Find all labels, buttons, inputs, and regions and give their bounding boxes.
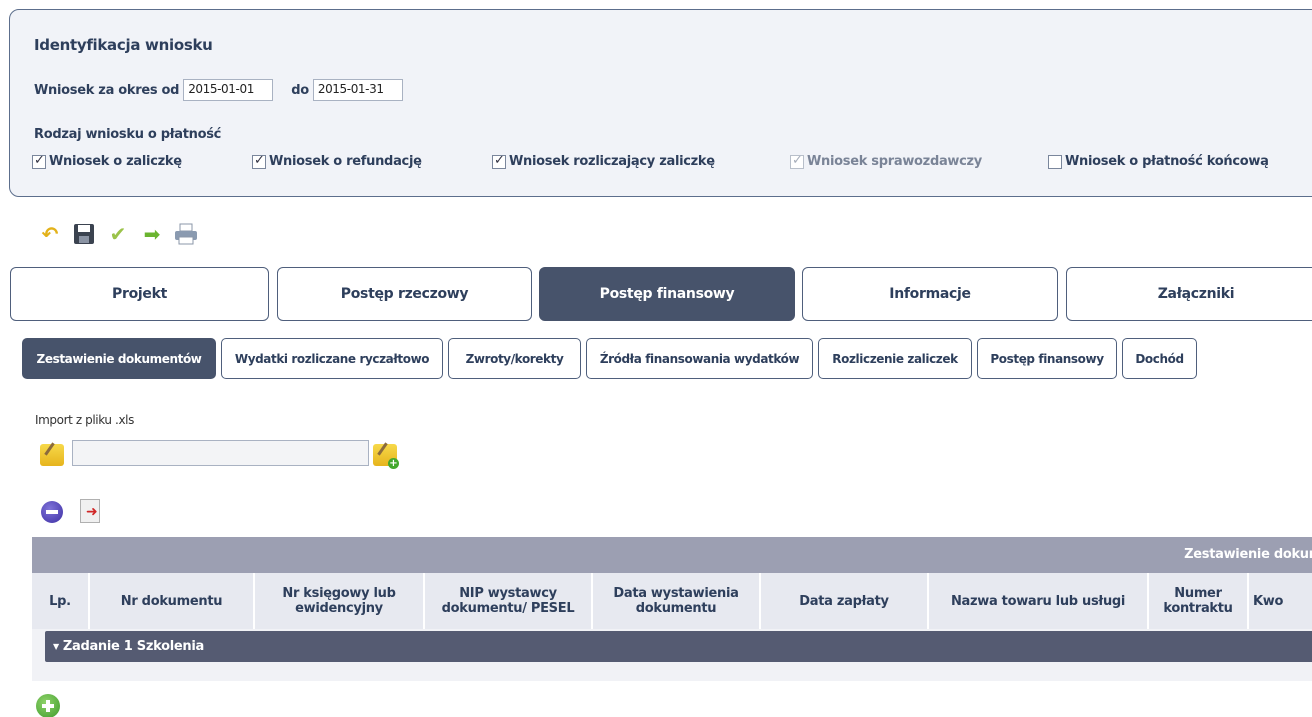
subtab-funding-sources[interactable]: Źródła finansowania wydatków (586, 338, 813, 379)
remove-row-icon[interactable] (41, 501, 63, 523)
select-file-icon[interactable] (40, 442, 64, 466)
column-header: Nr księgowy lub ewidencyjny (255, 573, 425, 629)
checkbox-label: Wniosek o refundację (269, 154, 422, 169)
column-header: Lp. (32, 573, 90, 629)
application-identification-panel: Identyfikacja wniosku Wniosek za okres o… (9, 9, 1312, 197)
column-header: Nr dokumentu (90, 573, 255, 629)
column-header: Numer kontraktu (1149, 573, 1249, 629)
table-title: Zestawienie dokum (1184, 547, 1312, 562)
forward-arrow-icon[interactable]: ➡ (140, 222, 164, 246)
group-row-label: Zadanie 1 Szkolenia (62, 639, 204, 654)
checkbox-advance[interactable]: Wniosek o zaliczkę (32, 153, 182, 169)
table-header-row: Lp. Nr dokumentu Nr księgowy lub ewidenc… (32, 573, 1312, 629)
export-icon[interactable] (80, 499, 100, 523)
table-title-band: Zestawienie dokum (32, 537, 1312, 573)
column-header: Data wystawienia dokumentu (593, 573, 761, 629)
checkbox-icon[interactable] (32, 153, 46, 169)
toolbar: ↶ ✔ ➡ (38, 222, 198, 246)
print-icon[interactable] (174, 222, 198, 246)
subtab-returns-corrections[interactable]: Zwroty/korekty (448, 338, 581, 379)
column-header: NIP wystawcy dokumentu/ PESEL (425, 573, 593, 629)
add-row-icon[interactable] (36, 694, 60, 717)
checkbox-final-payment[interactable]: Wniosek o płatność końcową (1048, 154, 1269, 169)
subtab-income[interactable]: Dochód (1122, 338, 1197, 379)
panel-title: Identyfikacja wniosku (34, 36, 213, 54)
subtab-flat-rate-expenses[interactable]: Wydatki rozliczane ryczałtowo (221, 338, 443, 379)
application-type-label: Rodzaj wniosku o płatność (34, 127, 222, 142)
import-file-icon[interactable] (373, 442, 399, 469)
checkbox-label: Wniosek o zaliczkę (49, 154, 182, 169)
subtab-financial-progress[interactable]: Postęp finansowy (977, 338, 1117, 379)
checkbox-label: Wniosek sprawozdawczy (807, 154, 982, 169)
subtab-documents-summary[interactable]: Zestawienie dokumentów (22, 338, 216, 379)
period-row: Wniosek za okres od 2015-01-01 do 2015-0… (34, 79, 403, 101)
undo-icon[interactable]: ↶ (38, 222, 62, 246)
period-from-input[interactable]: 2015-01-01 (183, 79, 274, 101)
checkbox-icon (790, 153, 804, 169)
checkbox-label: Wniosek o płatność końcową (1065, 154, 1269, 169)
checkbox-label: Wniosek rozliczający zaliczkę (509, 154, 715, 169)
save-icon[interactable] (72, 222, 96, 246)
period-from-label: Wniosek za okres od (34, 82, 180, 98)
checkbox-icon[interactable] (1048, 154, 1062, 169)
tab-attachments[interactable]: Załączniki (1066, 267, 1312, 321)
column-header: Nazwa towaru lub usługi (929, 573, 1149, 629)
group-row-task[interactable]: ▼ Zadanie 1 Szkolenia (45, 631, 1312, 662)
checkbox-icon[interactable] (492, 153, 506, 169)
period-to-label: do (291, 82, 309, 98)
import-file-input[interactable] (72, 440, 369, 466)
checkbox-advance-settlement[interactable]: Wniosek rozliczający zaliczkę (492, 153, 715, 169)
column-header: Kwo (1253, 593, 1284, 609)
check-icon[interactable]: ✔ (106, 222, 130, 246)
import-label: Import z pliku .xls (35, 413, 134, 427)
tab-information[interactable]: Informacje (802, 267, 1058, 321)
checkbox-icon[interactable] (252, 153, 266, 169)
period-to-input[interactable]: 2015-01-31 (312, 79, 403, 101)
tab-financial-progress[interactable]: Postęp finansowy (539, 267, 795, 321)
column-header: Data zapłaty (761, 573, 929, 629)
checkbox-report: Wniosek sprawozdawczy (790, 153, 982, 169)
collapse-caret-icon[interactable]: ▼ (53, 642, 59, 651)
subtab-advance-settlement[interactable]: Rozliczenie zaliczek (818, 338, 972, 379)
tab-project[interactable]: Projekt (10, 267, 269, 321)
tab-material-progress[interactable]: Postęp rzeczowy (277, 267, 532, 321)
checkbox-refund[interactable]: Wniosek o refundację (252, 153, 422, 169)
